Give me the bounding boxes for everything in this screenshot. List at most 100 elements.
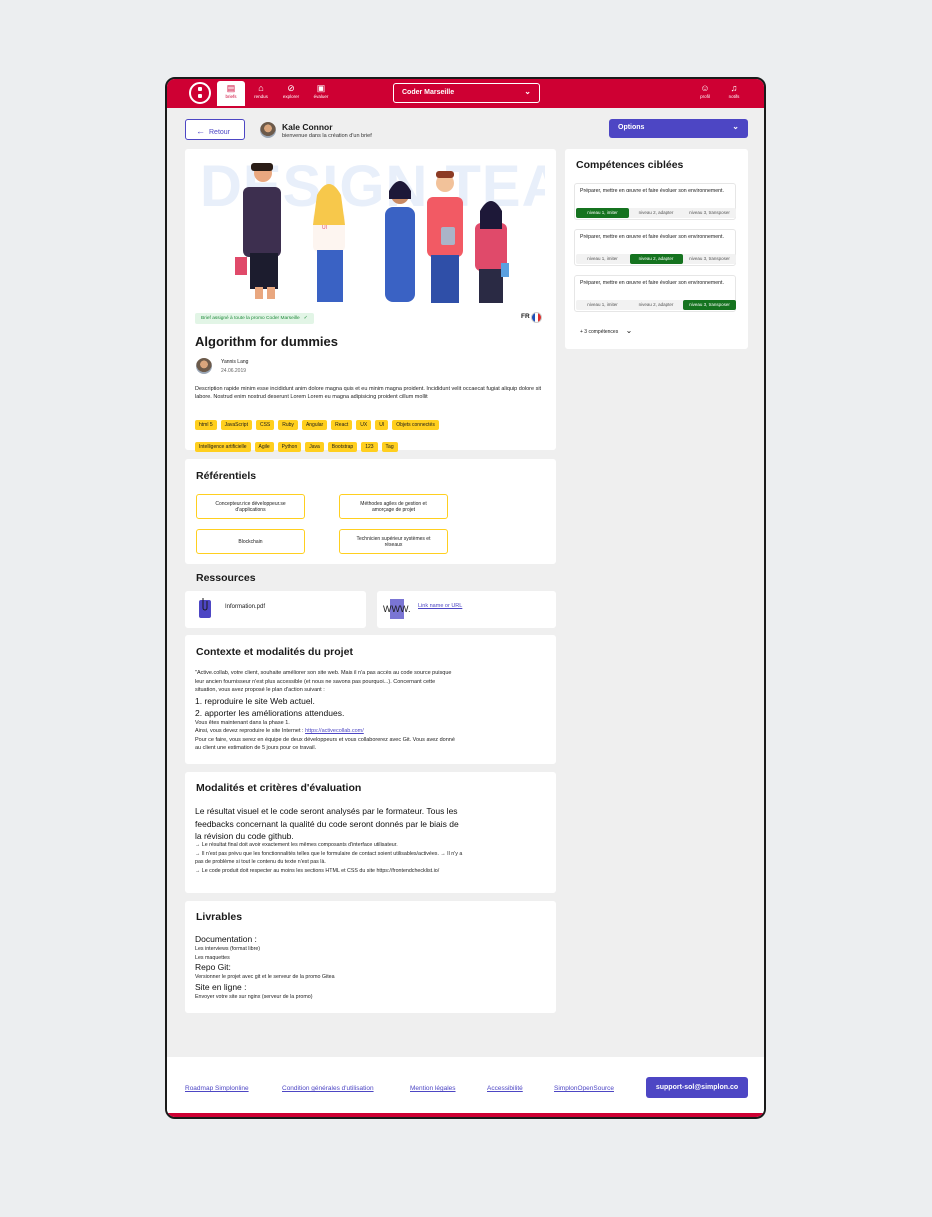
level-option[interactable]: niveau 2, adapter — [630, 300, 683, 310]
nav-explorer[interactable]: ⊘ explorer — [277, 81, 305, 106]
tag-chip: CSS — [255, 420, 275, 430]
author-name: Yannis Lang — [221, 359, 249, 365]
section-title: Ressources — [196, 572, 256, 584]
evaluation-criteria: → Le résultat final doit avoir exactemen… — [195, 842, 463, 874]
evaluation-summary: Le résultat visuel et le code seront ana… — [195, 806, 459, 841]
support-email-button[interactable]: support-sol@simplon.co — [646, 1077, 748, 1098]
competence-item: Préparer, mettre en œuvre et faire évolu… — [574, 183, 736, 220]
tag-chip: Agile — [254, 442, 274, 452]
back-button[interactable]: ← Retour — [185, 119, 245, 140]
footer-link-opensource[interactable]: SimplonOpenSource — [554, 1085, 614, 1092]
referentiel-item[interactable]: Technicien supérieur systèmes et réseaux — [339, 529, 448, 554]
tag-chip: Bootstrap — [327, 442, 358, 452]
grid-icon: ▣ — [316, 83, 326, 93]
competence-item: Préparer, mettre en œuvre et faire évolu… — [574, 275, 736, 312]
level-selector: niveau 1, imiter niveau 2, adapter niveau … — [576, 208, 736, 218]
section-title: Modalités et critères d'évaluation — [196, 782, 362, 794]
tag-chip: JavaScript — [220, 420, 252, 430]
team-illustration: UI — [235, 163, 509, 303]
assigned-badge: Brief assigné à toute la promo Coder Mar… — [195, 313, 314, 324]
app-window: ▤ briefs ⌂ rendus ⊘ explorer ▣ évaluer C… — [165, 77, 766, 1119]
clipboard-icon: ▤ — [226, 83, 236, 93]
tag-chip: Java — [305, 442, 324, 452]
contexte-card: Contexte et modalités du projet "Active.… — [185, 635, 556, 764]
tag-chip: Intelligence artificielle — [195, 442, 251, 452]
user-subtitle: bienvenue dans la création d'un brief — [282, 133, 372, 139]
flag-fr-icon — [531, 312, 542, 323]
tag-chip: Angular — [301, 420, 328, 430]
referentiel-item[interactable]: Blockchain — [196, 529, 305, 554]
section-title: Contexte et modalités du projet — [196, 646, 353, 658]
level-option[interactable]: niveau 3, transposer — [683, 254, 736, 264]
context-body: "Active.collab, votre client, souhaite a… — [195, 670, 455, 751]
compass-icon: ⊘ — [287, 83, 295, 93]
level-option[interactable]: niveau 2, adapter — [630, 208, 683, 218]
bell-icon: ♫ — [730, 83, 738, 93]
level-selector: niveau 1, imiter niveau 2, adapter niveau … — [576, 254, 736, 264]
avatar — [260, 122, 276, 138]
tag-chip: Tag — [381, 442, 398, 452]
language-label: FR — [521, 313, 530, 320]
inbox-icon: ⌂ — [258, 83, 264, 93]
evaluation-card: Modalités et critères d'évaluation Le ré… — [185, 772, 556, 893]
tag-chip: UI — [375, 420, 389, 430]
level-option[interactable]: niveau 3, transposer — [683, 300, 736, 310]
tag-list: html 5 JavaScript CSS Ruby Angular React UX UI O… — [195, 413, 535, 457]
activecollab-link[interactable]: https://activecollab.com/ — [305, 728, 364, 734]
options-dropdown[interactable]: Options ⌄ — [609, 119, 748, 138]
user-circle-icon: ☺ — [700, 83, 710, 93]
tag-chip: html 5 — [195, 420, 217, 430]
top-navbar: ▤ briefs ⌂ rendus ⊘ explorer ▣ évaluer C… — [167, 79, 764, 108]
section-title: Compétences ciblées — [576, 159, 684, 171]
bottom-brand-bar — [167, 1113, 764, 1117]
level-option[interactable]: niveau 1, imiter — [576, 254, 629, 264]
level-option[interactable]: niveau 3, transposer — [683, 208, 736, 218]
competences-card: Compétences ciblées Préparer, mettre en … — [565, 149, 748, 349]
competence-text: Préparer, mettre en œuvre et faire évolu… — [580, 234, 724, 240]
city-select[interactable]: Coder Marseille ⌄ — [393, 83, 540, 103]
competence-text: Préparer, mettre en œuvre et faire évolu… — [580, 188, 724, 194]
tag-chip: React — [331, 420, 353, 430]
competence-text: Préparer, mettre en œuvre et faire évolu… — [580, 280, 724, 286]
level-option[interactable]: niveau 1, imiter — [576, 300, 629, 310]
chevron-down-icon: ⌄ — [732, 122, 739, 131]
livrables-card: Livrables Documentation : Les interviews… — [185, 901, 556, 1013]
deliverables-list: Documentation : Les interviews (format l… — [195, 934, 335, 1000]
resource-link[interactable]: WWW. Link name or URL — [377, 591, 556, 628]
footer: Roadmap Simplonline Condition générales … — [167, 1057, 764, 1113]
chevron-down-icon: ⌄ — [524, 87, 531, 96]
nav-evaluer[interactable]: ▣ évaluer — [307, 81, 335, 106]
arrow-left-icon: ← — [196, 126, 205, 136]
tag-chip: Python — [277, 442, 302, 452]
section-title: Livrables — [196, 911, 243, 923]
section-title: Référentiels — [196, 470, 257, 482]
level-option[interactable]: niveau 1, imiter — [576, 208, 629, 218]
resource-file[interactable]: Information.pdf — [185, 591, 366, 628]
footer-link-cgu[interactable]: Condition générales d'utilisation — [282, 1085, 374, 1092]
footer-link-mentions[interactable]: Mention légales — [410, 1085, 456, 1092]
referentiels-card: Référentiels Concepteur.rice développeur… — [185, 459, 556, 564]
brief-card: DESIGN TEAM UI — [185, 149, 556, 452]
tag-chip: 123 — [361, 442, 378, 452]
nav-notifs[interactable]: ♫ notifs — [720, 81, 748, 106]
user-name: Kale Connor — [282, 122, 333, 132]
more-competences-toggle[interactable]: + 3 compétences ⌄ — [580, 326, 632, 335]
tag-chip: Ruby — [278, 420, 298, 430]
referentiel-item[interactable]: Concepteur.rice développeur.se d'applica… — [196, 494, 305, 519]
footer-link-accessibilite[interactable]: Accessibilité — [487, 1085, 523, 1092]
level-option[interactable]: niveau 2, adapter — [629, 254, 683, 264]
brief-title: Algorithm for dummies — [195, 334, 339, 349]
competence-item: Préparer, mettre en œuvre et faire évolu… — [574, 229, 736, 266]
nav-profil[interactable]: ☺ profil — [691, 81, 719, 106]
nav-rendus[interactable]: ⌂ rendus — [247, 81, 275, 106]
author-avatar — [196, 358, 212, 374]
author-date: 24.06.2019 — [221, 368, 247, 374]
referentiel-item[interactable]: Méthodes agiles de gestion et amorçage d… — [339, 494, 448, 519]
footer-link-roadmap[interactable]: Roadmap Simplonline — [185, 1085, 249, 1092]
chevron-down-icon: ⌄ — [625, 326, 633, 335]
hero-illustration: DESIGN TEAM UI — [195, 157, 545, 303]
resource-url[interactable]: Link name or URL — [418, 603, 462, 609]
simplon-logo[interactable] — [189, 82, 211, 104]
paperclip-file-icon — [199, 598, 211, 618]
nav-briefs[interactable]: ▤ briefs — [217, 81, 245, 106]
